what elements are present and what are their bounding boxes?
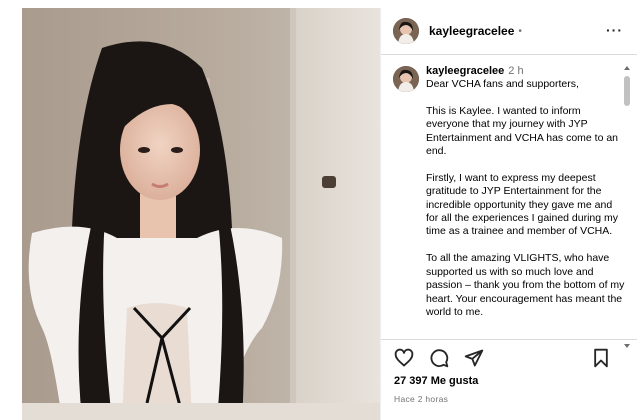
likes-count[interactable]: 27 397 Me gusta (381, 375, 637, 387)
caption-time: 2 h (508, 65, 524, 77)
comment-icon[interactable] (428, 347, 450, 369)
caption-header: kayleegracelee 2 h (426, 64, 626, 78)
caption-text: Dear VCHA fans and supporters, This is K… (426, 78, 625, 318)
post-photo[interactable] (22, 8, 380, 420)
scroll-up-arrow-icon[interactable] (624, 66, 630, 70)
scroll-thumb[interactable] (624, 76, 630, 106)
bookmark-icon[interactable] (590, 347, 612, 369)
heart-icon[interactable] (393, 347, 415, 369)
avatar[interactable] (393, 18, 419, 44)
post-details-panel: kayleegracelee • ··· kayleegracelee 2 h D… (380, 8, 637, 420)
photo-illustration (22, 8, 380, 420)
caption-body: kayleegracelee 2 h Dear VCHA fans and sup… (426, 64, 626, 319)
separator-dot: • (518, 25, 522, 37)
action-icons (381, 340, 637, 376)
comments-section: kayleegracelee 2 h Dear VCHA fans and sup… (381, 56, 637, 339)
post-header: kayleegracelee • ··· (381, 8, 637, 55)
header-username[interactable]: kayleegracelee (429, 24, 514, 38)
action-bar: 27 397 Me gusta Hace 2 horas (381, 339, 637, 420)
caption-username[interactable]: kayleegracelee (426, 65, 504, 77)
comments-scrollbar[interactable] (623, 66, 631, 348)
post-timestamp: Hace 2 horas (394, 394, 449, 404)
caption-comment: kayleegracelee 2 h Dear VCHA fans and sup… (381, 56, 637, 319)
caption-avatar[interactable] (393, 66, 419, 92)
more-icon[interactable]: ··· (606, 22, 623, 38)
share-icon[interactable] (463, 347, 485, 369)
